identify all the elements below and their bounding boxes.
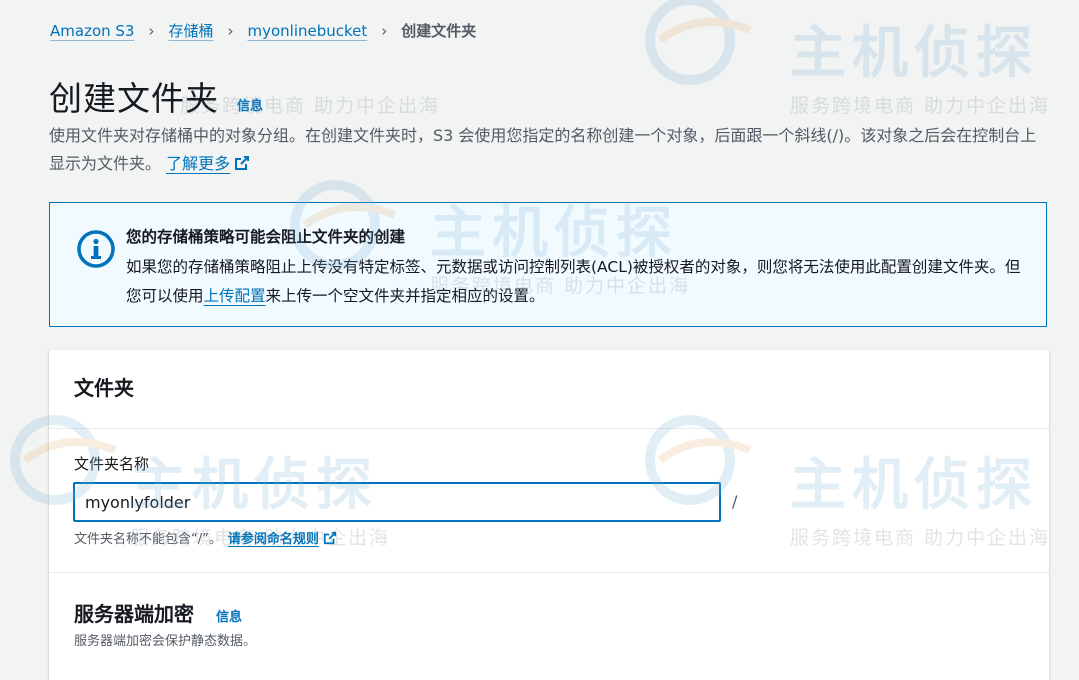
info-alert: 您的存储桶策略可能会阻止文件夹的创建 如果您的存储桶策略阻止上传没有特定标签、元… bbox=[49, 202, 1047, 327]
breadcrumb-amazon-s3[interactable]: Amazon S3 bbox=[50, 22, 134, 40]
encryption-header: 服务器端加密 信息 bbox=[74, 598, 242, 627]
info-link[interactable]: 信息 bbox=[237, 95, 263, 114]
watermark: 主机侦探 服务跨境电商 助力中企出海 bbox=[790, 8, 1050, 118]
external-link-icon bbox=[235, 156, 250, 170]
divider bbox=[49, 428, 1049, 429]
encryption-description: 服务器端加密会保护静态数据。 bbox=[74, 634, 257, 649]
learn-more-link[interactable]: 了解更多 bbox=[166, 154, 250, 173]
page-title: 创建文件夹 bbox=[49, 79, 219, 118]
naming-rules-label: 请参阅命名规则 bbox=[227, 532, 319, 547]
folder-name-hint: 文件夹名称不能包含“/”。 请参阅命名规则 bbox=[74, 528, 337, 547]
encryption-info-link[interactable]: 信息 bbox=[216, 606, 242, 625]
page-description: 使用文件夹对存储桶中的对象分组。在创建文件夹时，S3 会使用您指定的名称创建一个… bbox=[49, 122, 1049, 178]
folder-section-title: 文件夹 bbox=[74, 376, 134, 400]
folder-name-label: 文件夹名称 bbox=[74, 455, 150, 473]
breadcrumb: Amazon S3 › 存储桶 › myonlinebucket › 创建文件夹 bbox=[50, 20, 476, 41]
watermark-sub: 服务跨境电商 助力中企出海 bbox=[790, 95, 1051, 117]
chevron-right-icon: › bbox=[381, 21, 388, 40]
page-header: 创建文件夹 信息 bbox=[49, 72, 263, 120]
chevron-right-icon: › bbox=[148, 21, 155, 40]
folder-panel: 文件夹 文件夹名称 / 文件夹名称不能包含“/”。请参阅命名规则 服务器端加密 … bbox=[49, 350, 1049, 680]
chevron-right-icon: › bbox=[227, 21, 234, 40]
learn-more-label: 了解更多 bbox=[166, 154, 231, 173]
watermark-main: 主机侦探 bbox=[790, 21, 1038, 86]
breadcrumb-bucket-name[interactable]: myonlinebucket bbox=[247, 22, 367, 40]
breadcrumb-current: 创建文件夹 bbox=[401, 22, 477, 40]
folder-suffix: / bbox=[732, 492, 738, 511]
watermark-logo-icon bbox=[645, 0, 752, 85]
alert-title: 您的存储桶策略可能会阻止文件夹的创建 bbox=[126, 228, 406, 246]
info-circle-icon bbox=[77, 230, 115, 268]
divider bbox=[49, 572, 1049, 573]
folder-hint-text: 文件夹名称不能包含“/”。 bbox=[74, 532, 222, 547]
breadcrumb-buckets[interactable]: 存储桶 bbox=[168, 20, 213, 41]
alert-body-text-end: 来上传一个空文件夹并指定相应的设置。 bbox=[265, 287, 545, 305]
encryption-section-title: 服务器端加密 bbox=[74, 602, 194, 626]
alert-body: 如果您的存储桶策略阻止上传没有特定标签、元数据或访问控制列表(ACL)被授权者的… bbox=[126, 253, 1026, 311]
naming-rules-link[interactable]: 请参阅命名规则 bbox=[227, 531, 337, 547]
upload-config-link[interactable]: 上传配置 bbox=[204, 287, 266, 305]
folder-name-input[interactable] bbox=[73, 482, 721, 522]
external-link-icon bbox=[323, 531, 336, 545]
